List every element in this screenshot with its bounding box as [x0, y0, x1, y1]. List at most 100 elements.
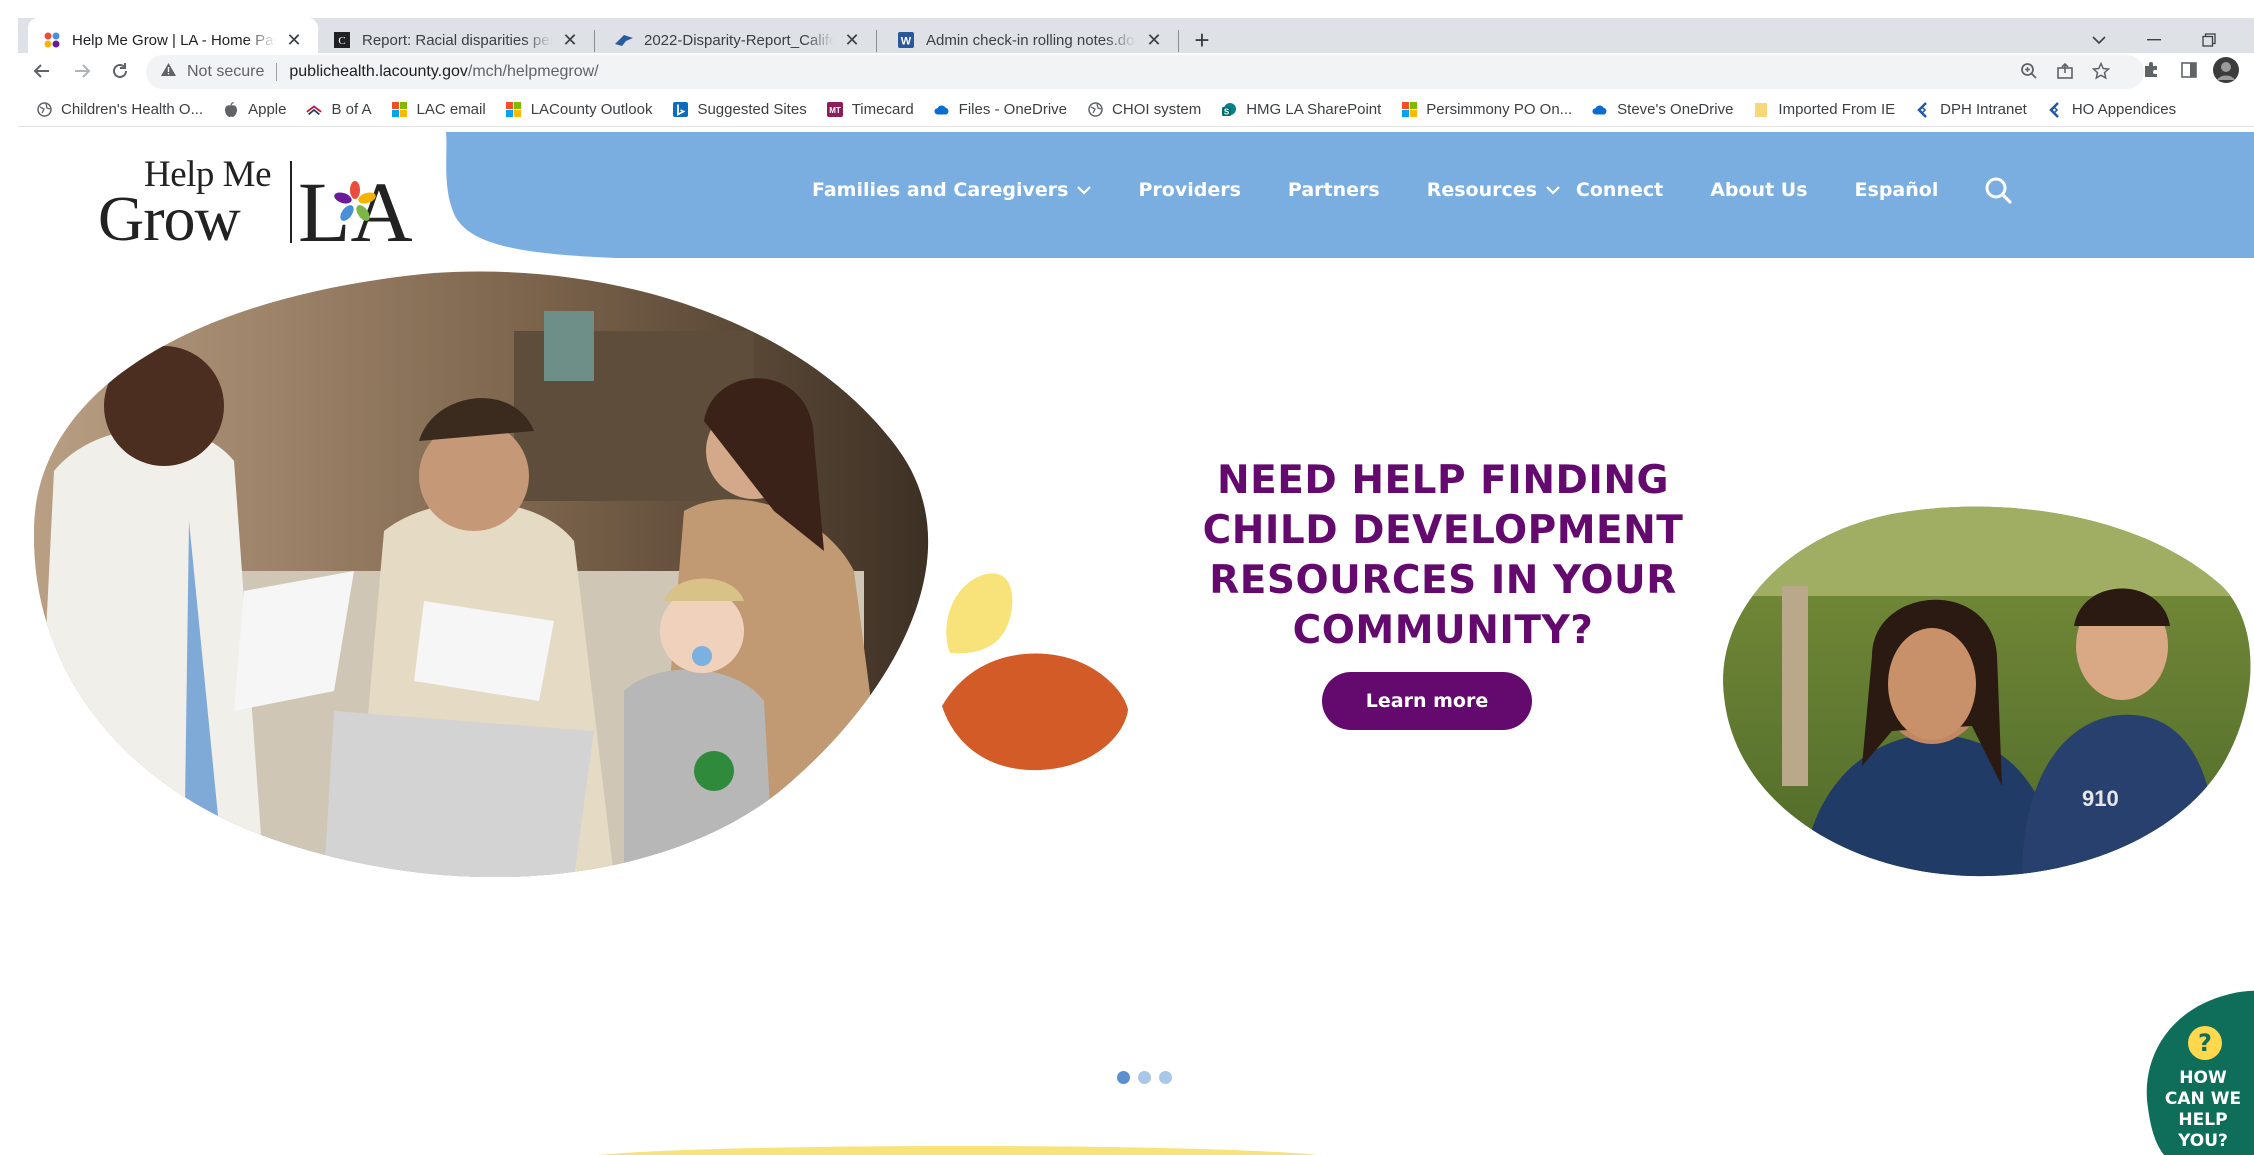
globe-icon — [1087, 102, 1103, 118]
nav-connect[interactable]: Connect — [1576, 179, 1663, 201]
bookmark-hmg-sharepoint[interactable]: S HMG LA SharePoint — [1221, 101, 1381, 118]
carousel-dot[interactable] — [1159, 1071, 1172, 1084]
bookmark-label: Steve's OneDrive — [1617, 101, 1734, 118]
bookmark-persimmony[interactable]: Persimmony PO On... — [1401, 101, 1572, 118]
folder-icon — [1753, 102, 1769, 118]
chevron-down-icon — [1076, 185, 1092, 195]
address-bar[interactable]: Not secure publichealth.lacounty.gov /mc… — [146, 55, 2144, 89]
bookmark-label: Children's Health O... — [61, 101, 204, 118]
nav-families-and-caregivers[interactable]: Families and Caregivers — [812, 179, 1092, 201]
profile-avatar[interactable] — [2212, 56, 2240, 84]
back-button[interactable] — [26, 55, 58, 87]
hero-heading: NEED HELP FINDING CHILD DEVELOPMENT RESO… — [1193, 456, 1693, 656]
chevron-down-icon — [1545, 185, 1561, 195]
svg-text:910: 910 — [2082, 786, 2119, 811]
document-icon: C — [332, 30, 352, 50]
yellow-wave-divider — [598, 1146, 1318, 1155]
hero-family-photo — [34, 271, 929, 877]
logo-la-mark: LA — [298, 165, 413, 245]
carousel-dot[interactable] — [1117, 1071, 1130, 1084]
learn-more-button[interactable]: Learn more — [1322, 672, 1532, 730]
bookmark-lacounty-outlook[interactable]: LACounty Outlook — [506, 101, 653, 118]
bookmark-label: Files - OneDrive — [958, 101, 1068, 118]
search-icon[interactable] — [1984, 176, 2012, 204]
main-navigation: Families and Caregivers Providers Partne… — [812, 176, 2012, 204]
carousel-pagination — [1117, 1071, 1180, 1084]
extensions-icon[interactable] — [2137, 56, 2165, 84]
hero-mother-child-photo: 910 — [1723, 506, 2251, 877]
help-question-icon: ? — [2188, 1026, 2222, 1060]
close-icon[interactable]: ✕ — [842, 30, 862, 50]
bookmark-label: B of A — [331, 101, 372, 118]
page-content: Help Me Grow LA Families and Caregivers … — [18, 128, 2254, 1155]
bookmark-childrens-health[interactable]: Children's Health O... — [36, 101, 203, 118]
close-icon[interactable]: ✕ — [560, 30, 580, 50]
hero-heading-line: CHILD DEVELOPMENT — [1202, 508, 1684, 553]
nav-about-us[interactable]: About Us — [1710, 179, 1807, 201]
bookmark-label: Suggested Sites — [697, 101, 807, 118]
help-line: CAN WE — [2164, 1089, 2242, 1109]
carousel-dot[interactable] — [1138, 1071, 1151, 1084]
nav-espanol[interactable]: Español — [1855, 179, 1939, 201]
bookmark-label: HMG LA SharePoint — [1246, 101, 1382, 118]
warning-icon[interactable] — [160, 62, 177, 82]
svg-text:S: S — [1224, 107, 1230, 116]
bookmark-dph-intranet[interactable]: DPH Intranet — [1915, 101, 2027, 118]
bookmark-label: Timecard — [851, 101, 914, 118]
close-icon[interactable]: ✕ — [1144, 30, 1164, 50]
bookmark-label: LAC email — [416, 101, 486, 118]
zoom-icon[interactable] — [2018, 60, 2040, 82]
site-logo[interactable]: Help Me Grow LA — [98, 153, 448, 251]
svg-text:W: W — [901, 36, 912, 48]
bookmark-star-icon[interactable] — [2090, 60, 2112, 82]
hero-heading-line: NEED HELP FINDING — [1217, 458, 1669, 503]
window-edge — [0, 0, 18, 1155]
share-icon[interactable] — [2054, 60, 2076, 82]
bookmark-ho-appendices[interactable]: HO Appendices — [2047, 101, 2176, 118]
forward-button[interactable] — [66, 55, 98, 87]
logo-la-letters: LA — [298, 165, 413, 245]
url-host: publichealth.lacounty.gov — [289, 63, 468, 80]
bookmark-files-onedrive[interactable]: Files - OneDrive — [934, 101, 1067, 118]
help-line: HOW — [2179, 1068, 2227, 1088]
bookmark-suggested-sites[interactable]: Suggested Sites — [672, 101, 807, 118]
help-widget[interactable]: ? HOW CAN WE HELP YOU? — [2140, 988, 2254, 1155]
bookmark-label: CHOI system — [1112, 101, 1202, 118]
ms-grid-icon — [392, 102, 408, 118]
logo-divider — [290, 161, 292, 243]
tab-separator — [1178, 30, 1179, 52]
bookmark-label: LACounty Outlook — [530, 101, 653, 118]
ms-grid-icon — [506, 102, 522, 118]
bofa-icon — [306, 102, 323, 118]
bookmark-choi-system[interactable]: CHOI system — [1087, 101, 1201, 118]
apple-icon — [223, 101, 239, 118]
orange-leaf-shape — [942, 653, 1128, 771]
cloud-icon — [1592, 102, 1608, 118]
url-path: /mch/helpmegrow/ — [467, 63, 599, 80]
nav-label: Resources — [1426, 179, 1537, 201]
bookmark-imported-from-ie[interactable]: Imported From IE — [1753, 101, 1895, 118]
nav-resources[interactable]: Resources — [1427, 179, 1561, 201]
bookmark-apple[interactable]: Apple — [223, 101, 286, 118]
tab-separator — [594, 30, 595, 52]
ms-grid-icon — [1401, 102, 1417, 118]
pinwheel-icon — [42, 30, 62, 50]
close-icon[interactable]: ✕ — [284, 30, 304, 50]
browser-toolbar: Not secure publichealth.lacounty.gov /mc… — [18, 53, 2254, 91]
nav-partners[interactable]: Partners — [1288, 179, 1380, 201]
side-panel-icon[interactable] — [2175, 56, 2203, 84]
bookmark-lac-email[interactable]: LAC email — [392, 101, 486, 118]
new-tab-button[interactable]: + — [1186, 24, 1218, 56]
sharepoint-icon: S — [1221, 102, 1237, 118]
bookmark-steves-onedrive[interactable]: Steve's OneDrive — [1592, 101, 1733, 118]
help-line: HELP — [2178, 1110, 2228, 1130]
nav-label: Families and Caregivers — [812, 179, 1069, 201]
tab-title: Report: Racial disparities persist in — [362, 31, 552, 49]
bookmark-timecard[interactable]: MT Timecard — [826, 101, 914, 118]
hero-heading-line: RESOURCES IN YOUR — [1209, 558, 1677, 603]
tab-title: Admin check-in rolling notes.docx — [926, 31, 1136, 49]
bookmark-bofa[interactable]: B of A — [306, 101, 372, 118]
nav-providers[interactable]: Providers — [1138, 179, 1240, 201]
reload-button[interactable] — [104, 55, 136, 87]
hero-heading-line: COMMUNITY? — [1292, 608, 1594, 653]
